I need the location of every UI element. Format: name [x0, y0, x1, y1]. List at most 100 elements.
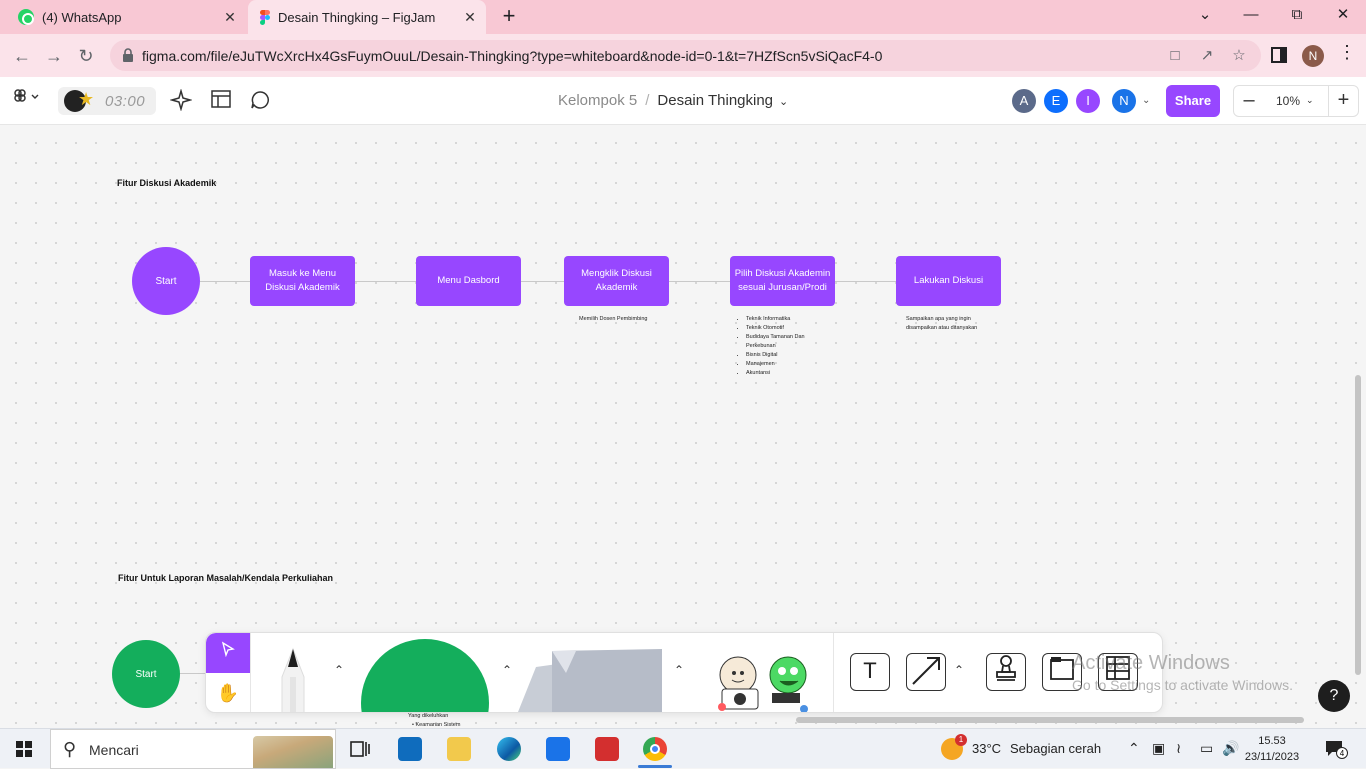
vertical-scrollbar[interactable]	[1355, 375, 1361, 675]
stickers-tool-icon[interactable]	[712, 649, 812, 713]
breadcrumb-file[interactable]: Desain Thingking	[657, 92, 773, 109]
hand-tool-button[interactable]: ✋	[206, 673, 250, 712]
bookmark-star-icon[interactable]: ☆	[1230, 47, 1248, 65]
profile-avatar[interactable]: N	[1302, 45, 1324, 67]
move-tool-button[interactable]	[206, 633, 250, 673]
breadcrumb: Kelompok 5 / Desain Thingking ⌄	[558, 92, 788, 109]
zoom-out-button[interactable]: –	[1234, 86, 1264, 116]
chevron-up-icon[interactable]: ⌃	[1128, 740, 1140, 757]
side-panel-icon[interactable]	[1271, 47, 1287, 63]
connector-tool-button[interactable]	[906, 653, 946, 691]
forward-arrow-icon[interactable]: →	[40, 42, 68, 70]
collaborator-avatar[interactable]: A	[1012, 89, 1036, 113]
step-note[interactable]: Memilih Dosen Pembimbing	[579, 315, 647, 324]
help-button[interactable]: ?	[1318, 680, 1350, 712]
mail-icon[interactable]	[546, 737, 570, 761]
tab-figjam[interactable]: Desain Thingking – FigJam ✕	[248, 0, 486, 34]
gift-app-icon[interactable]	[595, 737, 619, 761]
battery-icon[interactable]: ▭	[1200, 740, 1213, 757]
notification-icon[interactable]: 4	[1324, 739, 1348, 759]
task-view-icon[interactable]	[348, 737, 372, 761]
weather-temperature[interactable]: 33°C	[972, 741, 1001, 756]
search-icon: ⚲	[63, 739, 77, 759]
list-item: Bisnis Digital	[746, 351, 826, 360]
browser-menu-icon[interactable]: ⋮	[1338, 42, 1356, 63]
new-tab-button[interactable]: +	[498, 5, 520, 28]
section-title[interactable]: Fitur Diskusi Akademik	[117, 178, 216, 188]
chevron-up-icon[interactable]: ⌃	[332, 663, 346, 677]
chevron-down-icon[interactable]: ⌄	[1306, 95, 1314, 106]
sticky-note-tool-icon[interactable]	[516, 647, 664, 713]
step-note[interactable]: Sampaikan apa yang ingin disampaikan ata…	[906, 315, 998, 333]
edge-browser-icon[interactable]	[497, 737, 521, 761]
activate-windows-subtitle: Go to Settings to activate Windows.	[1072, 677, 1293, 693]
connector-line[interactable]	[834, 281, 896, 282]
connector-line[interactable]	[200, 281, 250, 282]
connector-line[interactable]	[354, 281, 416, 282]
wifi-icon[interactable]: ≀	[1176, 740, 1181, 757]
meet-now-icon[interactable]: ▣	[1152, 740, 1165, 757]
chevron-down-icon[interactable]: ⌄	[1142, 95, 1150, 106]
restore-button[interactable]: ⧉	[1274, 0, 1320, 32]
flow-step[interactable]: Menu Dasbord	[416, 256, 521, 306]
templates-layout-icon[interactable]	[209, 89, 233, 113]
tab-whatsapp[interactable]: (4) WhatsApp ✕	[18, 0, 246, 34]
timer-widget[interactable]: ★ 03:00	[58, 87, 156, 115]
breadcrumb-team[interactable]: Kelompok 5	[558, 92, 637, 109]
minimize-button[interactable]: —	[1228, 0, 1274, 32]
chevron-up-icon[interactable]: ⌃	[952, 663, 966, 677]
connector-line[interactable]	[668, 281, 730, 282]
comment-icon[interactable]	[248, 89, 272, 113]
taskbar-clock[interactable]: 15.53 23/11/2023	[1240, 733, 1304, 765]
tab-close-icon[interactable]: ✕	[222, 9, 238, 25]
zoom-control: – 10% ⌄ +	[1233, 85, 1359, 117]
chevron-up-icon[interactable]: ⌃	[500, 663, 514, 677]
omnibox[interactable]: figma.com/file/eJuTWcXrcHx4GsFuymOuuL/De…	[110, 40, 1261, 71]
step-note[interactable]: • Keamanan Sistem	[412, 721, 460, 728]
figma-icon	[260, 9, 270, 25]
connector-line[interactable]	[180, 673, 206, 674]
tab-search-chevron-icon[interactable]: ⌄	[1182, 0, 1228, 32]
figma-menu-icon[interactable]	[10, 89, 42, 113]
microsoft-store-icon[interactable]	[398, 737, 422, 761]
weather-icon[interactable]: 1	[941, 734, 967, 760]
share-button[interactable]: Share	[1166, 85, 1220, 117]
notification-count: 4	[1336, 747, 1348, 759]
shape-tool-icon[interactable]	[361, 639, 489, 712]
tab-close-icon[interactable]: ✕	[462, 9, 478, 25]
flow-step[interactable]: Pilih Diskusi Akademin sesuai Jurusan/Pr…	[730, 256, 835, 306]
flow-step[interactable]: Lakukan Diskusi	[896, 256, 1001, 306]
chrome-icon[interactable]	[643, 737, 667, 761]
step-note-list[interactable]: Teknik Informatika Teknik Otomotif Budid…	[736, 315, 826, 378]
marker-tool-icon[interactable]	[278, 647, 308, 713]
flow-step[interactable]: Masuk ke Menu Diskusi Akademik	[250, 256, 355, 306]
flow-step[interactable]: Mengklik Diskusi Akademik	[564, 256, 669, 306]
weather-description[interactable]: Sebagian cerah	[1010, 741, 1101, 756]
taskbar-search[interactable]: ⚲ Mencari	[50, 729, 336, 769]
reload-icon[interactable]: ↻	[72, 42, 100, 70]
flow-start-node[interactable]: Start	[112, 640, 180, 708]
connector-line[interactable]	[520, 281, 564, 282]
list-item: Teknik Informatika	[746, 315, 826, 324]
horizontal-scrollbar[interactable]	[796, 717, 1304, 723]
step-note[interactable]: Yang dikeluhkan	[408, 712, 448, 721]
cast-icon[interactable]: □	[1166, 47, 1184, 65]
ai-sparkle-icon[interactable]	[169, 88, 193, 113]
flow-start-node[interactable]: Start	[132, 247, 200, 315]
chevron-down-icon[interactable]: ⌄	[779, 96, 788, 108]
windows-start-icon[interactable]	[16, 741, 32, 757]
text-tool-button[interactable]: T	[850, 653, 890, 691]
zoom-in-button[interactable]: +	[1328, 86, 1358, 116]
file-explorer-icon[interactable]	[447, 737, 471, 761]
stamp-tool-button[interactable]	[986, 653, 1026, 691]
volume-icon[interactable]: 🔊	[1222, 740, 1239, 757]
chevron-up-icon[interactable]: ⌃	[672, 663, 686, 677]
zoom-level[interactable]: 10%	[1276, 94, 1300, 108]
collaborator-avatar[interactable]: E	[1044, 89, 1068, 113]
section-title[interactable]: Fitur Untuk Laporan Masalah/Kendala Perk…	[118, 573, 333, 583]
window-close-button[interactable]: ✕	[1320, 0, 1366, 32]
collaborator-avatar[interactable]: I	[1076, 89, 1100, 113]
current-user-avatar[interactable]: N	[1112, 89, 1136, 113]
share-page-icon[interactable]: ↗	[1198, 47, 1216, 65]
back-arrow-icon[interactable]: ←	[8, 42, 36, 70]
